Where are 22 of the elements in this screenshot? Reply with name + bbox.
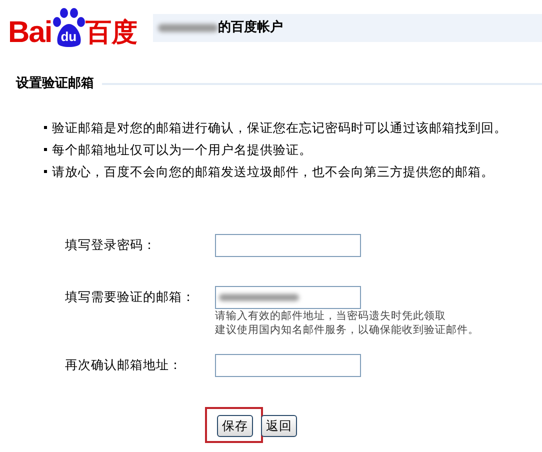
input-field[interactable] [215, 354, 361, 376]
logo-text: 百度 [86, 18, 138, 48]
account-title: 的百度帐户 [218, 18, 283, 38]
paw-logo: du [52, 8, 86, 48]
logo-text: Bai [8, 18, 52, 48]
form-button[interactable]: 保存 [217, 414, 253, 437]
input-field[interactable] [215, 234, 361, 256]
note-text: 请放心，百度不会向您的邮箱发送垃圾邮件，也不会向第三方提供您的邮箱。 [52, 162, 494, 180]
hint-text: 请输入有效的邮件地址，当密码遗失时凭此领取 [215, 308, 447, 322]
bullet-icon [44, 148, 47, 150]
redacted-username [158, 24, 218, 32]
bullet-icon [44, 170, 47, 172]
note-text: 每个邮箱地址仅可以为一个用户名提供验证。 [52, 140, 312, 158]
input-field[interactable] [215, 286, 361, 308]
form-button[interactable]: 返回 [261, 414, 297, 437]
field-label: 再次确认邮箱地址： [65, 356, 183, 374]
field-label: 填写登录密码： [65, 236, 157, 254]
field-label: 填写需要验证的邮箱： [65, 288, 196, 306]
bullet-icon [44, 126, 47, 128]
section-title: 设置验证邮箱 [16, 75, 94, 93]
hint-text: 建议使用国内知名邮件服务，以确保能收到验证邮件。 [215, 322, 479, 336]
note-text: 验证邮箱是对您的邮箱进行确认，保证您在忘记密码时可以通过该邮箱找到回。 [52, 118, 507, 136]
